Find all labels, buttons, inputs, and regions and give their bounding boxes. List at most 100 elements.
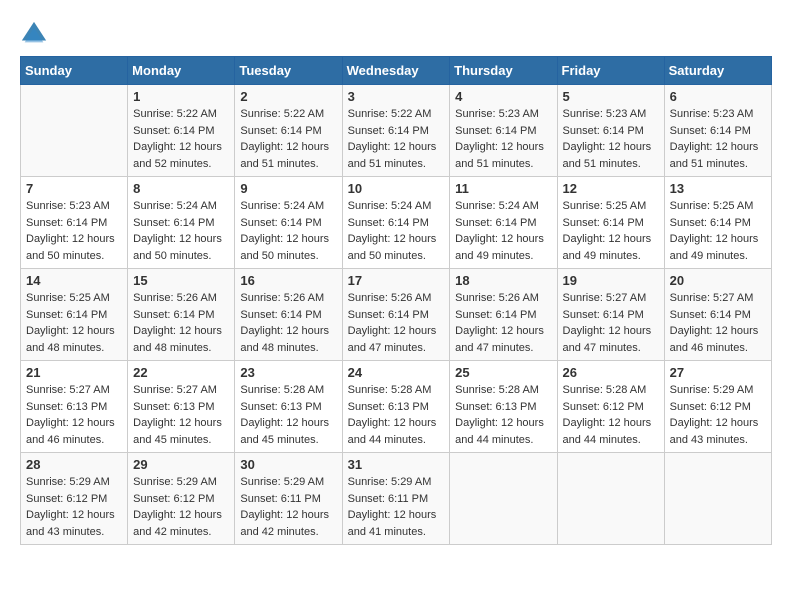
calendar-day-cell: 13 Sunrise: 5:25 AMSunset: 6:14 PMDayligh… [664, 177, 771, 269]
day-sun-info: Sunrise: 5:29 AMSunset: 6:12 PMDaylight:… [133, 474, 229, 540]
header-day-sunday: Sunday [21, 57, 128, 85]
day-number: 3 [348, 89, 445, 104]
day-sun-info: Sunrise: 5:27 AMSunset: 6:14 PMDaylight:… [670, 290, 766, 356]
day-sun-info: Sunrise: 5:27 AMSunset: 6:13 PMDaylight:… [133, 382, 229, 448]
calendar-day-cell: 7 Sunrise: 5:23 AMSunset: 6:14 PMDaylight… [21, 177, 128, 269]
day-sun-info: Sunrise: 5:23 AMSunset: 6:14 PMDaylight:… [26, 198, 122, 264]
calendar-day-cell: 23Sunrise: 5:28 AMSunset: 6:13 PMDayligh… [235, 361, 342, 453]
calendar-header-row: SundayMondayTuesdayWednesdayThursdayFrid… [21, 57, 772, 85]
calendar-day-cell: 9Sunrise: 5:24 AMSunset: 6:14 PMDaylight… [235, 177, 342, 269]
calendar-week-row: 14 Sunrise: 5:25 AMSunset: 6:14 PMDayligh… [21, 269, 772, 361]
day-number: 4 [455, 89, 551, 104]
calendar-day-cell: 11Sunrise: 5:24 AMSunset: 6:14 PMDayligh… [450, 177, 557, 269]
calendar-day-cell: 6 Sunrise: 5:23 AMSunset: 6:14 PMDaylight… [664, 85, 771, 177]
day-number: 10 [348, 181, 445, 196]
calendar-day-cell: 3 Sunrise: 5:22 AMSunset: 6:14 PMDaylight… [342, 85, 450, 177]
day-sun-info: Sunrise: 5:22 AMSunset: 6:14 PMDaylight:… [133, 106, 229, 172]
day-sun-info: Sunrise: 5:24 AMSunset: 6:14 PMDaylight:… [348, 198, 445, 264]
day-number: 16 [240, 273, 336, 288]
logo [20, 20, 52, 48]
page-header [20, 20, 772, 48]
calendar-day-cell: 19 Sunrise: 5:27 AMSunset: 6:14 PMDayligh… [557, 269, 664, 361]
calendar-day-cell: 1 Sunrise: 5:22 AMSunset: 6:14 PMDaylight… [128, 85, 235, 177]
day-sun-info: Sunrise: 5:29 AMSunset: 6:12 PMDaylight:… [670, 382, 766, 448]
calendar-day-cell [664, 453, 771, 545]
day-sun-info: Sunrise: 5:23 AMSunset: 6:14 PMDaylight:… [670, 106, 766, 172]
calendar-day-cell: 20 Sunrise: 5:27 AMSunset: 6:14 PMDayligh… [664, 269, 771, 361]
calendar-table: SundayMondayTuesdayWednesdayThursdayFrid… [20, 56, 772, 545]
day-sun-info: Sunrise: 5:28 AMSunset: 6:13 PMDaylight:… [240, 382, 336, 448]
day-number: 14 [26, 273, 122, 288]
day-sun-info: Sunrise: 5:24 AMSunset: 6:14 PMDaylight:… [455, 198, 551, 264]
day-sun-info: Sunrise: 5:26 AMSunset: 6:14 PMDaylight:… [240, 290, 336, 356]
day-sun-info: Sunrise: 5:24 AMSunset: 6:14 PMDaylight:… [240, 198, 336, 264]
day-sun-info: Sunrise: 5:27 AMSunset: 6:14 PMDaylight:… [563, 290, 659, 356]
day-number: 6 [670, 89, 766, 104]
day-number: 5 [563, 89, 659, 104]
calendar-day-cell: 18 Sunrise: 5:26 AMSunset: 6:14 PMDayligh… [450, 269, 557, 361]
header-day-thursday: Thursday [450, 57, 557, 85]
calendar-day-cell: 4 Sunrise: 5:23 AMSunset: 6:14 PMDaylight… [450, 85, 557, 177]
day-sun-info: Sunrise: 5:22 AMSunset: 6:14 PMDaylight:… [348, 106, 445, 172]
day-number: 30 [240, 457, 336, 472]
calendar-day-cell: 24 Sunrise: 5:28 AMSunset: 6:13 PMDayligh… [342, 361, 450, 453]
calendar-week-row: 28 Sunrise: 5:29 AMSunset: 6:12 PMDayligh… [21, 453, 772, 545]
day-sun-info: Sunrise: 5:28 AMSunset: 6:12 PMDaylight:… [563, 382, 659, 448]
header-day-tuesday: Tuesday [235, 57, 342, 85]
day-sun-info: Sunrise: 5:29 AMSunset: 6:12 PMDaylight:… [26, 474, 122, 540]
day-number: 8 [133, 181, 229, 196]
calendar-day-cell: 29 Sunrise: 5:29 AMSunset: 6:12 PMDayligh… [128, 453, 235, 545]
day-number: 22 [133, 365, 229, 380]
calendar-week-row: 21 Sunrise: 5:27 AMSunset: 6:13 PMDayligh… [21, 361, 772, 453]
day-number: 29 [133, 457, 229, 472]
calendar-day-cell: 27 Sunrise: 5:29 AMSunset: 6:12 PMDayligh… [664, 361, 771, 453]
day-sun-info: Sunrise: 5:26 AMSunset: 6:14 PMDaylight:… [348, 290, 445, 356]
day-sun-info: Sunrise: 5:26 AMSunset: 6:14 PMDaylight:… [133, 290, 229, 356]
calendar-day-cell: 15 Sunrise: 5:26 AMSunset: 6:14 PMDayligh… [128, 269, 235, 361]
day-sun-info: Sunrise: 5:25 AMSunset: 6:14 PMDaylight:… [26, 290, 122, 356]
calendar-day-cell: 12 Sunrise: 5:25 AMSunset: 6:14 PMDayligh… [557, 177, 664, 269]
day-number: 18 [455, 273, 551, 288]
day-number: 27 [670, 365, 766, 380]
calendar-day-cell: 21Sunrise: 5:27 AMSunset: 6:13 PMDayligh… [21, 361, 128, 453]
day-number: 20 [670, 273, 766, 288]
day-sun-info: Sunrise: 5:26 AMSunset: 6:14 PMDaylight:… [455, 290, 551, 356]
day-number: 19 [563, 273, 659, 288]
day-number: 26 [563, 365, 659, 380]
calendar-day-cell [450, 453, 557, 545]
calendar-day-cell: 26 Sunrise: 5:28 AMSunset: 6:12 PMDayligh… [557, 361, 664, 453]
day-sun-info: Sunrise: 5:29 AMSunset: 6:11 PMDaylight:… [348, 474, 445, 540]
day-number: 1 [133, 89, 229, 104]
day-number: 2 [240, 89, 336, 104]
header-day-monday: Monday [128, 57, 235, 85]
day-sun-info: Sunrise: 5:24 AMSunset: 6:14 PMDaylight:… [133, 198, 229, 264]
day-number: 24 [348, 365, 445, 380]
day-sun-info: Sunrise: 5:28 AMSunset: 6:13 PMDaylight:… [348, 382, 445, 448]
day-number: 7 [26, 181, 122, 196]
day-number: 15 [133, 273, 229, 288]
day-sun-info: Sunrise: 5:25 AMSunset: 6:14 PMDaylight:… [670, 198, 766, 264]
calendar-day-cell: 5 Sunrise: 5:23 AMSunset: 6:14 PMDaylight… [557, 85, 664, 177]
calendar-day-cell: 25 Sunrise: 5:28 AMSunset: 6:13 PMDayligh… [450, 361, 557, 453]
day-sun-info: Sunrise: 5:25 AMSunset: 6:14 PMDaylight:… [563, 198, 659, 264]
day-number: 12 [563, 181, 659, 196]
day-number: 21 [26, 365, 122, 380]
day-number: 25 [455, 365, 551, 380]
calendar-day-cell: 17Sunrise: 5:26 AMSunset: 6:14 PMDayligh… [342, 269, 450, 361]
logo-icon [20, 20, 48, 48]
day-number: 28 [26, 457, 122, 472]
calendar-day-cell: 22 Sunrise: 5:27 AMSunset: 6:13 PMDayligh… [128, 361, 235, 453]
day-sun-info: Sunrise: 5:23 AMSunset: 6:14 PMDaylight:… [455, 106, 551, 172]
header-day-saturday: Saturday [664, 57, 771, 85]
day-number: 13 [670, 181, 766, 196]
calendar-day-cell: 31Sunrise: 5:29 AMSunset: 6:11 PMDayligh… [342, 453, 450, 545]
day-sun-info: Sunrise: 5:29 AMSunset: 6:11 PMDaylight:… [240, 474, 336, 540]
calendar-day-cell: 10 Sunrise: 5:24 AMSunset: 6:14 PMDayligh… [342, 177, 450, 269]
calendar-day-cell: 16 Sunrise: 5:26 AMSunset: 6:14 PMDayligh… [235, 269, 342, 361]
day-sun-info: Sunrise: 5:28 AMSunset: 6:13 PMDaylight:… [455, 382, 551, 448]
calendar-day-cell: 30 Sunrise: 5:29 AMSunset: 6:11 PMDayligh… [235, 453, 342, 545]
calendar-day-cell: 28 Sunrise: 5:29 AMSunset: 6:12 PMDayligh… [21, 453, 128, 545]
day-sun-info: Sunrise: 5:23 AMSunset: 6:14 PMDaylight:… [563, 106, 659, 172]
calendar-day-cell: 14 Sunrise: 5:25 AMSunset: 6:14 PMDayligh… [21, 269, 128, 361]
header-day-friday: Friday [557, 57, 664, 85]
